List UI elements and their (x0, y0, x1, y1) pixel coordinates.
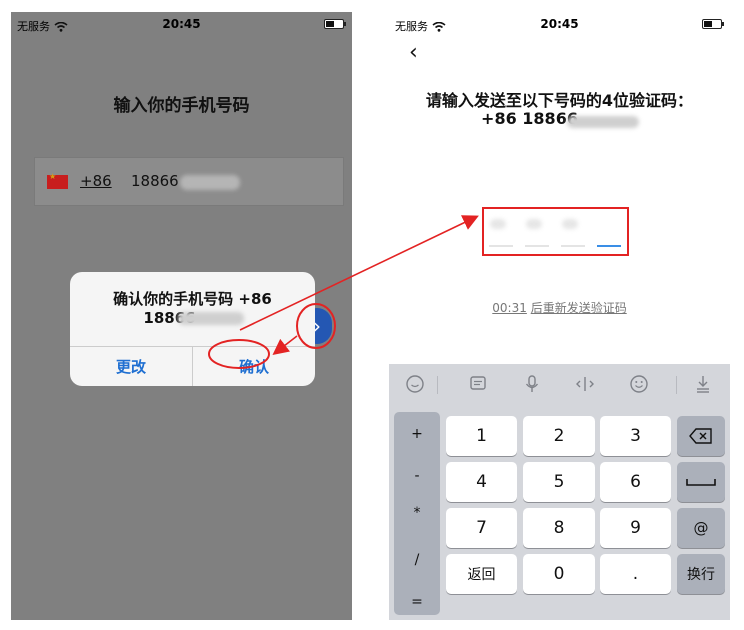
toolbar-divider (676, 376, 677, 394)
back-chevron-icon[interactable]: ‹ (409, 40, 418, 65)
redacted-digit (490, 219, 506, 229)
space-key[interactable] (677, 462, 725, 502)
dialog-message-line1: 确认你的手机号码 +86 (113, 290, 272, 308)
confirm-button[interactable]: 确认 (193, 346, 315, 386)
resend-countdown: 00:31 (492, 301, 527, 315)
key-6[interactable]: 6 (600, 462, 671, 502)
key-9[interactable]: 9 (600, 508, 671, 548)
key-3[interactable]: 3 (600, 416, 671, 456)
resend-code-link[interactable]: 00:31 后重新发送验证码 (389, 299, 730, 316)
left-phone-screen: 无服务 20:45 输入你的手机号码 +86 18866 › 确认你的手机号码 … (11, 12, 352, 620)
emoji-smile-icon[interactable] (627, 374, 651, 396)
china-flag-icon (47, 172, 68, 189)
right-phone-screen: 无服务 20:45 ‹ 请输入发送至以下号码的4位验证码： +86 18866 … (389, 12, 730, 620)
message-icon[interactable] (466, 374, 490, 396)
backspace-key[interactable] (677, 416, 725, 456)
key-8[interactable]: 8 (523, 508, 595, 548)
country-code-link[interactable]: +86 (80, 172, 112, 190)
verify-title-line1: 请输入发送至以下号码的4位验证码： (425, 91, 694, 110)
code-slot (561, 245, 585, 247)
emoji-face-icon[interactable] (403, 374, 427, 396)
key-4[interactable]: 4 (446, 462, 517, 502)
microphone-icon[interactable] (520, 374, 544, 396)
change-button[interactable]: 更改 (70, 346, 192, 386)
symbol-key-multiply[interactable]: * (394, 505, 440, 521)
return-key[interactable]: 返回 (446, 554, 517, 594)
key-0[interactable]: 0 (523, 554, 595, 594)
phone-number-field[interactable]: +86 18866 (34, 157, 344, 206)
resend-text: 后重新发送验证码 (530, 301, 627, 315)
symbol-key-divide[interactable]: / (394, 552, 440, 568)
verification-code-input[interactable] (482, 207, 629, 256)
redacted-digits (180, 175, 240, 190)
key-5[interactable]: 5 (523, 462, 595, 502)
battery-icon (702, 19, 724, 29)
verify-title: 请输入发送至以下号码的4位验证码： +86 18866 (389, 92, 730, 128)
confirm-phone-dialog: 确认你的手机号码 +86 18866 更改 确认 (70, 272, 315, 386)
redacted-digits (567, 116, 639, 128)
cursor-move-icon[interactable] (573, 374, 597, 396)
redacted-digit (526, 219, 542, 229)
status-bar: 无服务 20:45 (11, 12, 352, 36)
dot-key[interactable]: . (600, 554, 671, 594)
redacted-digits (178, 312, 244, 325)
hide-keyboard-icon[interactable] (691, 374, 715, 396)
redacted-digit (562, 219, 578, 229)
status-time: 20:45 (540, 17, 579, 31)
symbol-key-minus[interactable]: - (394, 468, 440, 484)
toolbar-divider (437, 376, 438, 394)
numeric-keyboard: + - * / = 1 2 3 4 5 6 7 8 9 @ 返回 0 . 换行 (389, 364, 730, 620)
backspace-icon (689, 428, 712, 444)
key-7[interactable]: 7 (446, 508, 517, 548)
status-time: 20:45 (162, 17, 201, 31)
battery-icon (324, 19, 346, 29)
symbol-column[interactable]: + - * / = (394, 412, 440, 615)
key-2[interactable]: 2 (523, 416, 595, 456)
code-slot-active (597, 245, 621, 247)
keyboard-toolbar (389, 364, 730, 404)
symbol-key-equals[interactable]: = (394, 594, 440, 610)
space-bar-icon (686, 479, 716, 486)
key-1[interactable]: 1 (446, 416, 517, 456)
code-slot (525, 245, 549, 247)
newline-key[interactable]: 换行 (677, 554, 725, 594)
page-title: 输入你的手机号码 (113, 96, 250, 116)
verify-title-line2: +86 18866 (481, 109, 578, 128)
code-slot (489, 245, 513, 247)
status-bar: 无服务 20:45 (389, 12, 730, 36)
phone-number-value: 18866 (131, 172, 179, 190)
symbol-key-plus[interactable]: + (394, 426, 440, 442)
at-key[interactable]: @ (677, 508, 725, 548)
